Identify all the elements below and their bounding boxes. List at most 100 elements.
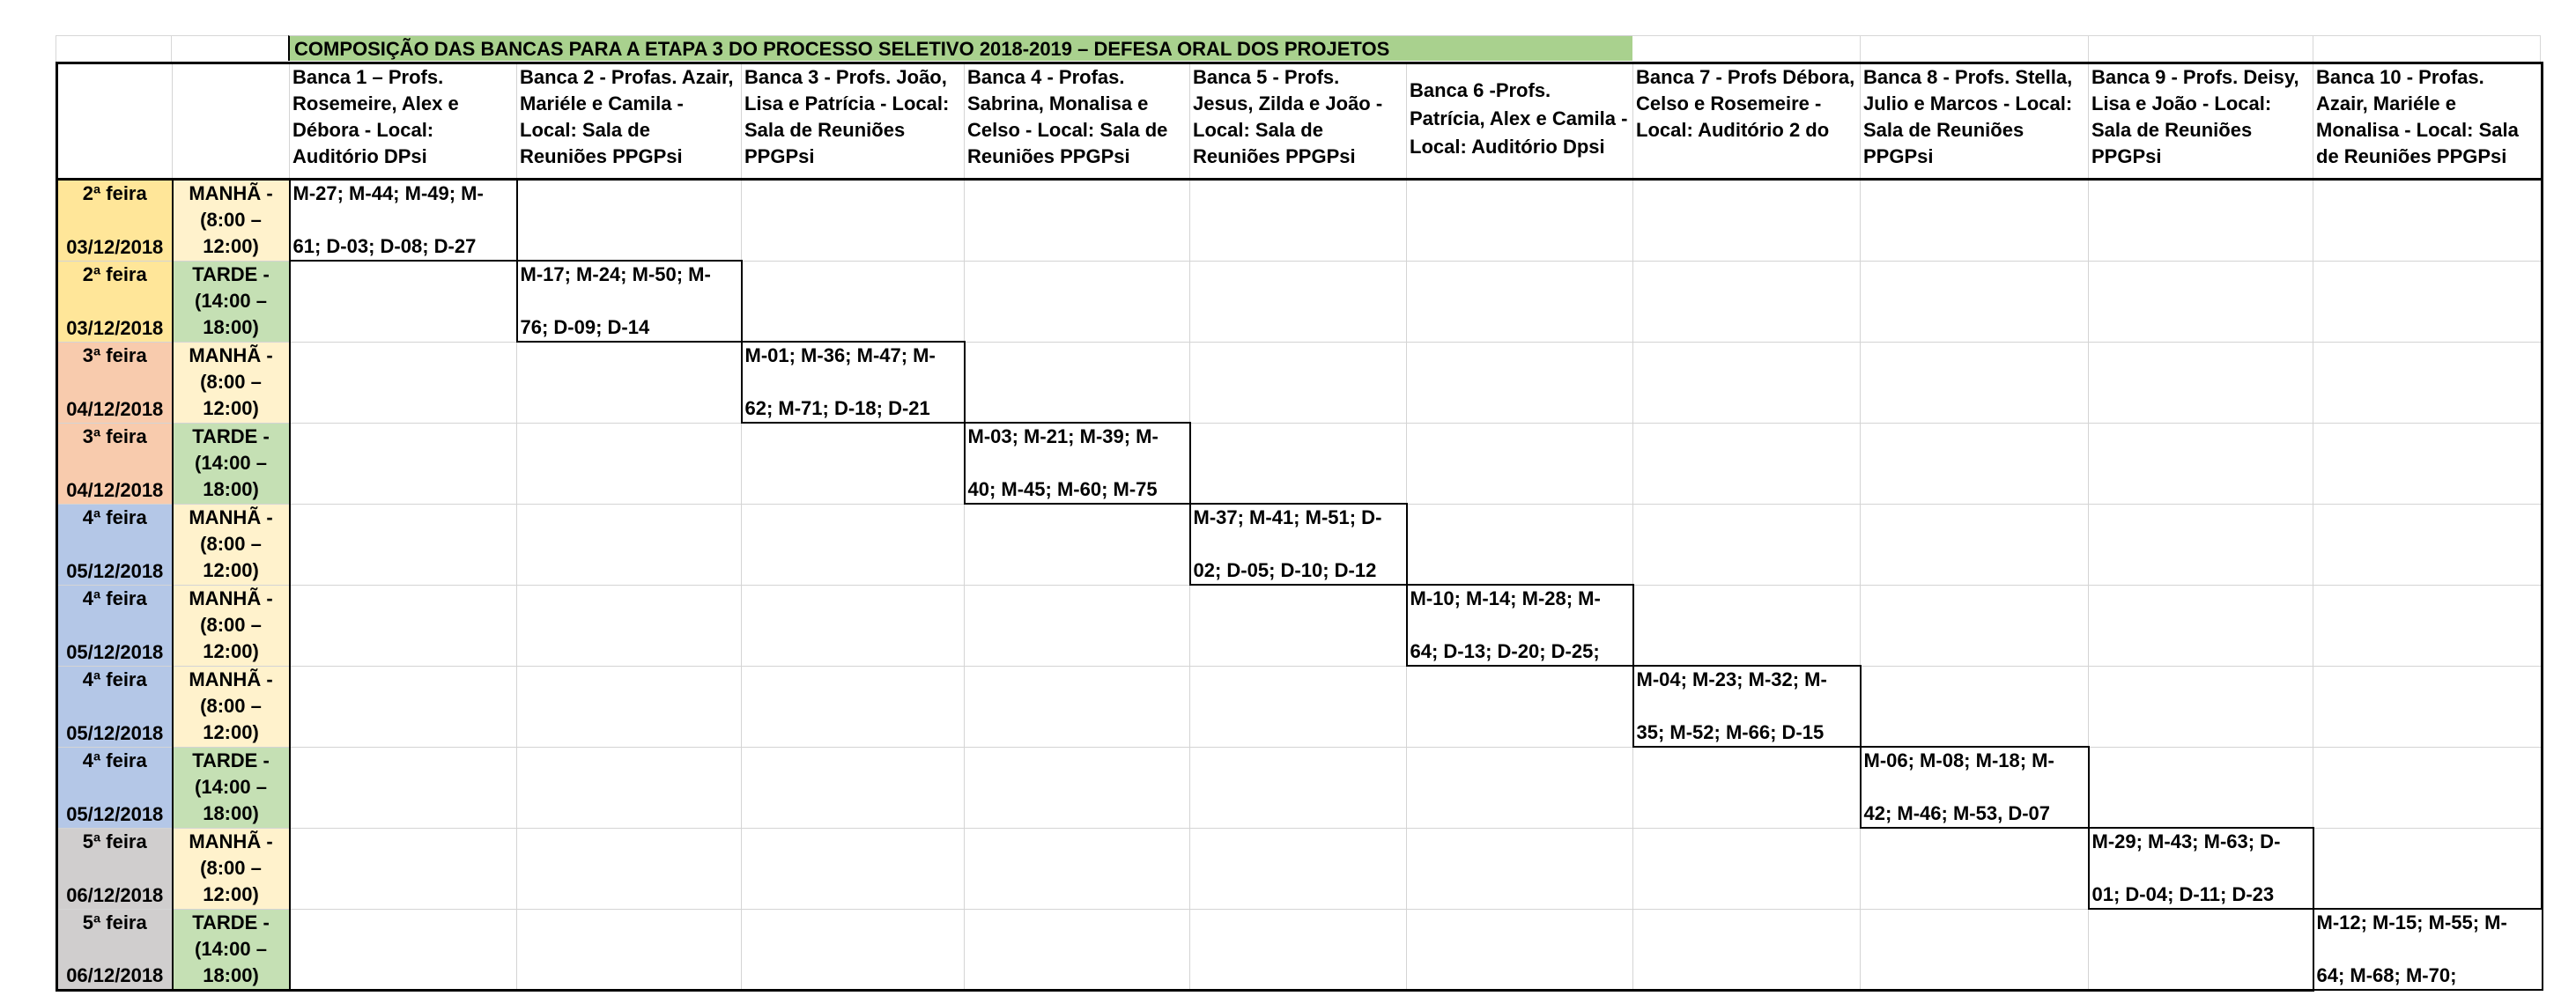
- shift-cell: MANHÃ - (8:00 – 12:00): [171, 665, 291, 748]
- empty-cell: [2313, 665, 2543, 748]
- day-cell: 4ª feira 05/12/2018: [56, 584, 173, 667]
- candidates-cell: M-17; M-24; M-50; M- 76; D-09; D-14: [515, 260, 743, 343]
- empty-cell: [2088, 179, 2313, 262]
- candidates-cell: M-04; M-23; M-32; M- 35; M-52; M-66; D-15: [1632, 665, 1862, 748]
- empty-cell: [289, 665, 517, 748]
- empty-cell: [741, 422, 965, 505]
- empty-cell: [1406, 503, 1633, 586]
- day-date: 06/12/2018: [66, 963, 164, 986]
- schedule-row: 4ª feira 05/12/2018 MANHÃ - (8:00 – 12:00)…: [56, 665, 2543, 748]
- empty-cell: [289, 260, 517, 343]
- empty-cell: [2088, 341, 2313, 424]
- candidates-cell: M-12; M-15; M-55; M- 64; M-68; M-70;: [2312, 908, 2543, 991]
- shift-cell: MANHÃ - (8:00 – 12:00): [171, 503, 291, 586]
- empty-cell: [2313, 746, 2543, 829]
- day-cell: 5ª feira 06/12/2018: [56, 908, 173, 992]
- candidates-line: M-17; M-24; M-50; M-: [520, 263, 711, 285]
- day-name: 5ª feira: [82, 830, 147, 852]
- empty-cell: [964, 584, 1190, 667]
- day-name: 4ª feira: [82, 587, 147, 609]
- candidates-line: 40; M-45; M-60; M-75: [967, 478, 1158, 500]
- empty-cell: [1406, 341, 1633, 424]
- day-date: 05/12/2018: [66, 559, 164, 582]
- corner-cell: [172, 62, 290, 181]
- empty-cell: [1189, 827, 1407, 910]
- empty-cell: [741, 827, 965, 910]
- banca-header: Banca 10 - Profas. Azair, Mariéle e Mona…: [2313, 62, 2543, 181]
- empty-cell: [1189, 179, 1407, 262]
- empty-cell: [2313, 584, 2543, 667]
- banca-header: Banca 9 - Profs. Deisy, Lisa e João - Lo…: [2088, 62, 2313, 181]
- day-date: 03/12/2018: [66, 235, 164, 258]
- candidates-line: 76; D-09; D-14: [520, 316, 650, 338]
- empty-cell: [2313, 422, 2543, 505]
- candidates-line: M-04; M-23; M-32; M-: [1636, 668, 1827, 690]
- empty-cell: [1189, 584, 1407, 667]
- gridline: [2540, 35, 2541, 62]
- day-cell: 5ª feira 06/12/2018: [56, 827, 173, 910]
- schedule-row: 4ª feira 05/12/2018 TARDE - (14:00 – 18:00…: [56, 746, 2543, 829]
- day-name: 3ª feira: [82, 343, 147, 366]
- candidates-line: 64; M-68; M-70;: [2316, 964, 2457, 986]
- candidates-line: M-29; M-43; M-63; D-: [2091, 830, 2281, 852]
- empty-cell: [964, 179, 1190, 262]
- day-name: 4ª feira: [82, 668, 147, 690]
- banca-header: Banca 7 - Profs Débora, Celso e Rosemeir…: [1632, 62, 1861, 181]
- empty-cell: [2313, 260, 2543, 343]
- banca-header: Banca 1 – Profs. Rosemeire, Alex e Débor…: [289, 62, 517, 181]
- empty-cell: [741, 908, 965, 992]
- shift-cell: MANHÃ - (8:00 – 12:00): [171, 341, 291, 424]
- empty-cell: [1860, 584, 2089, 667]
- shift-cell: TARDE - (14:00 – 18:00): [171, 422, 291, 505]
- schedule-row: 5ª feira 06/12/2018 MANHÃ - (8:00 – 12:00)…: [56, 827, 2543, 910]
- empty-cell: [1632, 746, 1861, 829]
- candidates-line: 01; D-04; D-11; D-23: [2091, 883, 2275, 905]
- day-date: 04/12/2018: [66, 478, 164, 501]
- empty-cell: [964, 908, 1190, 992]
- empty-cell: [1189, 422, 1407, 505]
- candidates-cell: M-01; M-36; M-47; M- 62; M-71; D-18; D-21: [740, 341, 966, 424]
- empty-cell: [1189, 260, 1407, 343]
- day-cell: 3ª feira 04/12/2018: [56, 422, 173, 505]
- empty-cell: [1406, 422, 1633, 505]
- day-cell: 3ª feira 04/12/2018: [56, 341, 173, 424]
- empty-cell: [1406, 260, 1633, 343]
- schedule-row: 2ª feira 03/12/2018 MANHÃ - (8:00 – 12:00)…: [56, 178, 2543, 262]
- candidates-line: 02; D-05; D-10; D-12: [1193, 559, 1377, 581]
- empty-cell: [741, 665, 965, 748]
- gridline: [171, 35, 172, 62]
- empty-cell: [289, 908, 517, 992]
- empty-cell: [289, 341, 517, 424]
- empty-cell: [1406, 665, 1633, 748]
- candidates-line: 35; M-52; M-66; D-15: [1636, 721, 1825, 743]
- candidates-line: M-06; M-08; M-18; M-: [1863, 749, 2054, 771]
- candidates-line: M-12; M-15; M-55; M-: [2316, 911, 2507, 933]
- schedule-row: 2ª feira 03/12/2018 TARDE - (14:00 – 18:00…: [56, 260, 2543, 343]
- empty-cell: [2313, 827, 2543, 910]
- schedule-row: 4ª feira 05/12/2018 MANHÃ - (8:00 – 12:00)…: [56, 584, 2543, 667]
- empty-cell: [2088, 584, 2313, 667]
- candidates-cell: M-03; M-21; M-39; M- 40; M-45; M-60; M-75: [963, 422, 1191, 505]
- empty-cell: [2088, 260, 2313, 343]
- empty-cell: [1860, 179, 2089, 262]
- empty-cell: [2088, 746, 2313, 829]
- empty-cell: [1632, 827, 1861, 910]
- day-name: 4ª feira: [82, 505, 147, 528]
- schedule-row: 3ª feira 04/12/2018 MANHÃ - (8:00 – 12:00)…: [56, 341, 2543, 424]
- candidates-line: M-10; M-14; M-28; M-: [1410, 587, 1601, 609]
- empty-cell: [1860, 827, 2089, 910]
- empty-cell: [1189, 665, 1407, 748]
- empty-cell: [1406, 827, 1633, 910]
- candidates-line: 61; D-03; D-08; D-27: [292, 235, 477, 257]
- banca-header: Banca 2 - Profas. Azair, Mariéle e Camil…: [516, 62, 742, 181]
- day-cell: 2ª feira 03/12/2018: [56, 260, 173, 343]
- schedule-row: 5ª feira 06/12/2018 TARDE - (14:00 – 18:00…: [56, 908, 2543, 992]
- empty-cell: [741, 584, 965, 667]
- empty-cell: [1189, 341, 1407, 424]
- banca-header: Banca 4 - Profas. Sabrina, Monalisa e Ce…: [964, 62, 1190, 181]
- empty-cell: [516, 584, 742, 667]
- schedule-row: 4ª feira 05/12/2018 MANHÃ - (8:00 – 12:00)…: [56, 503, 2543, 586]
- empty-cell: [2088, 665, 2313, 748]
- day-cell: 2ª feira 03/12/2018: [56, 179, 173, 262]
- candidates-line: M-01; M-36; M-47; M-: [744, 344, 936, 366]
